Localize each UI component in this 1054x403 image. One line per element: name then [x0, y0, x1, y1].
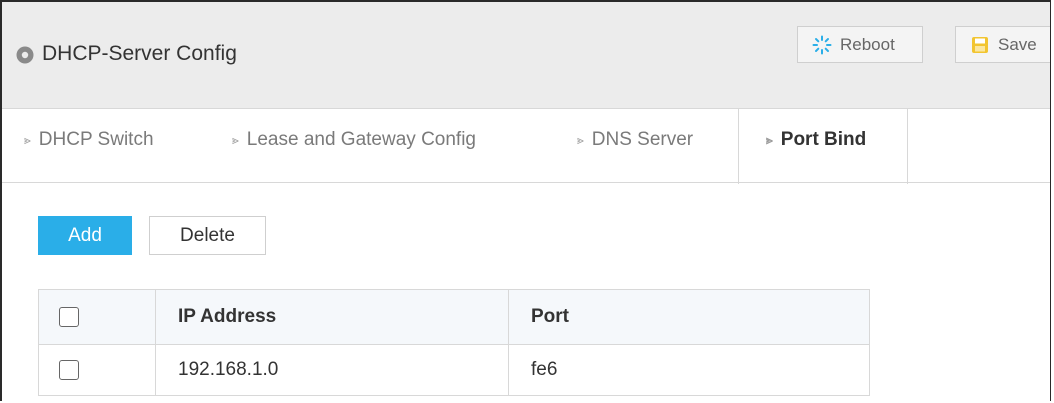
table-row: 192.168.1.0 fe6	[38, 344, 870, 396]
tab-port-bind[interactable]: ⪢ Port Bind	[766, 129, 866, 151]
row-checkbox[interactable]	[59, 359, 79, 380]
tab-label: DNS Server	[591, 129, 694, 150]
page-header: DHCP-Server Config Reboot Save	[2, 2, 1050, 84]
select-all-checkbox[interactable]	[59, 306, 79, 327]
chevron-right-icon: ⪢	[24, 132, 31, 147]
save-label: Save	[998, 34, 1037, 54]
reboot-spinner-icon	[812, 35, 832, 54]
column-header-port: Port	[508, 289, 870, 345]
port-cell: fe6	[508, 344, 870, 396]
table-header-row: IP Address Port	[38, 289, 870, 345]
header-spacer	[2, 84, 1050, 110]
tab-bar: ⪢ DHCP Switch ⪢ Lease and Gateway Config…	[2, 109, 1050, 184]
tab-label: DHCP Switch	[38, 129, 154, 150]
port-bind-table: IP Address Port 192.168.1.0 fe6	[38, 289, 870, 396]
page-title: DHCP-Server Config	[42, 42, 237, 65]
reboot-label: Reboot	[840, 34, 895, 54]
location-pin-icon	[16, 46, 34, 64]
ip-address-cell: 192.168.1.0	[155, 344, 509, 396]
chevron-right-icon: ⪢	[232, 132, 239, 147]
column-header-ip-address: IP Address	[155, 289, 509, 345]
tab-label: Lease and Gateway Config	[246, 129, 476, 150]
save-disk-icon	[972, 36, 988, 53]
reboot-button[interactable]: Reboot	[797, 26, 923, 63]
chevron-right-icon: ⪢	[577, 132, 584, 147]
row-select-cell	[38, 344, 156, 396]
tab-dhcp-switch[interactable]: ⪢ DHCP Switch	[24, 129, 154, 151]
tab-bar-divider	[2, 182, 1050, 183]
add-button[interactable]: Add	[38, 216, 132, 255]
delete-button[interactable]: Delete	[149, 216, 266, 255]
app-window: DHCP-Server Config Reboot Save ⪢ DHCP Sw…	[0, 0, 1051, 401]
select-all-cell	[38, 289, 156, 345]
tab-dns-server[interactable]: ⪢ DNS Server	[577, 129, 693, 151]
tab-lease-and-gateway-config[interactable]: ⪢ Lease and Gateway Config	[232, 129, 476, 151]
save-button[interactable]: Save	[955, 26, 1050, 63]
chevron-right-icon: ⪢	[766, 132, 773, 147]
tab-label: Port Bind	[780, 129, 867, 150]
